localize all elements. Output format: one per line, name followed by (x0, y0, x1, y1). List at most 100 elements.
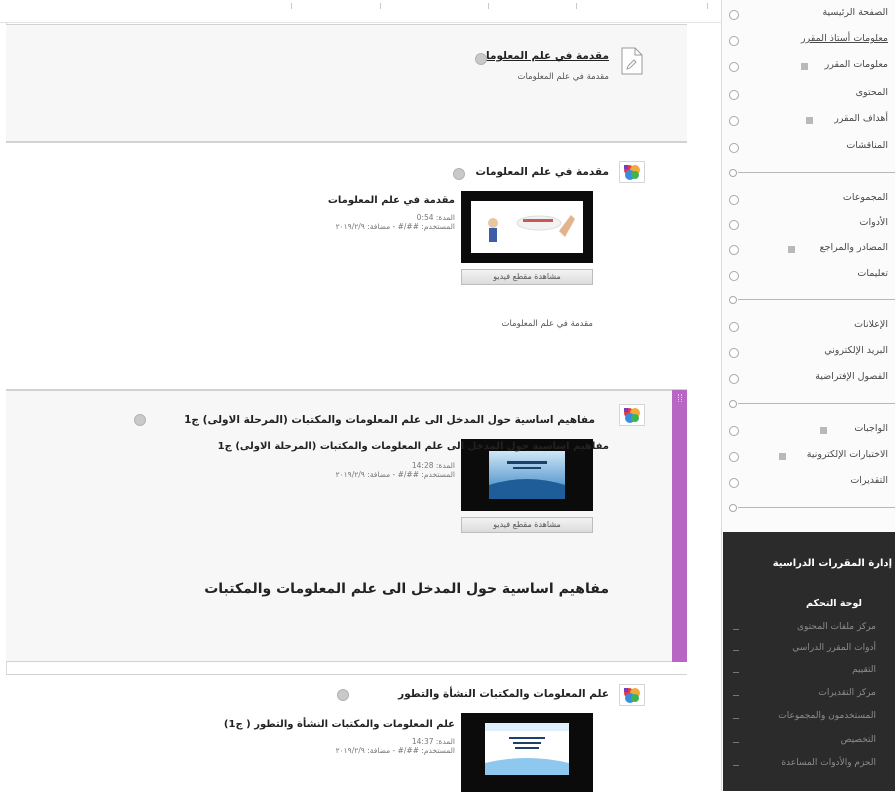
content-item: مقدمة في علم المعلومات مشاهدة مقطع فيديو… (6, 142, 687, 390)
sidebar-item-help[interactable]: تعليمات (722, 264, 895, 290)
bullet-icon (729, 195, 739, 205)
sidebar-item-assignments[interactable]: الواجبات (722, 419, 895, 445)
sidebar-item-label: البريد الإلكتروني (824, 345, 888, 356)
bullet-icon (729, 62, 739, 72)
content-badge-icon (788, 246, 795, 253)
sidebar-item-exams[interactable]: الاختبارات الإلكترونية (722, 445, 895, 471)
sidebar-item-label: المحتوى (855, 87, 888, 98)
admin-item-grade-center[interactable]: مركز التقديرات (723, 685, 895, 705)
grip-icon (678, 394, 682, 402)
options-menu-icon[interactable] (475, 53, 487, 65)
top-toolbar (0, 0, 721, 23)
bullet-icon (729, 374, 739, 384)
sidebar-item-label: المناقشات (846, 140, 888, 151)
bullet-icon (729, 245, 739, 255)
item-title[interactable]: علم المعلومات والمكتبات النشأة والتطور (398, 688, 609, 700)
options-menu-icon[interactable] (453, 168, 465, 180)
sidebar-item-tools[interactable]: الأدوات (722, 213, 895, 239)
sidebar-item-instructor-info[interactable]: معلومات أستاذ المقرر (722, 29, 895, 55)
content-item: مفاهيم اساسية حول المدخل الى علم المعلوم… (6, 390, 687, 662)
expand-icon (733, 695, 739, 696)
bullet-icon (729, 36, 739, 46)
sidebar-divider (722, 167, 895, 179)
video-title: مقدمة في علم المعلومات (327, 195, 455, 206)
sidebar-item-virtual-classes[interactable]: الفصول الإفتراضية (722, 367, 895, 393)
admin-item-label: مركز ملفات المحتوى (797, 622, 876, 632)
sidebar-item-home[interactable]: الصفحة الرئيسية (722, 3, 895, 29)
item-description: مقدمة في علم المعلومات (501, 319, 593, 329)
sidebar-item-grades[interactable]: التقديرات (722, 471, 895, 497)
expand-icon (733, 650, 739, 651)
video-thumbnail[interactable] (461, 191, 593, 263)
watch-video-button[interactable]: مشاهدة مقطع فيديو (461, 269, 593, 285)
bullet-icon (729, 452, 739, 462)
sidebar-item-email[interactable]: البريد الإلكتروني (722, 341, 895, 367)
sidebar-item-label: الفصول الإفتراضية (815, 371, 888, 382)
admin-item-customization[interactable]: التخصيص (723, 732, 895, 752)
toolbar-tick (488, 3, 489, 9)
sidebar-item-label: معلومات المقرر (824, 59, 888, 70)
options-menu-icon[interactable] (134, 414, 146, 426)
panel-title: إدارة المقررات الدراسية (772, 558, 892, 569)
item-description: مقدمة في علم المعلومات (517, 72, 609, 82)
video-duration: المدة: 0:54 (416, 213, 455, 222)
video-preview-image (485, 723, 569, 775)
bullet-icon (729, 426, 739, 436)
admin-item-label: أدوات المقرر الدراسي (792, 643, 876, 653)
sidebar-item-groups[interactable]: المجموعات (722, 188, 895, 214)
sidebar-item-label: معلومات أستاذ المقرر (801, 33, 888, 44)
item-title-link[interactable]: مقدمة في علم المعلومات (475, 50, 609, 62)
sidebar-item-label: التقديرات (850, 475, 888, 486)
video-preview-image (489, 451, 565, 499)
content-badge-icon (801, 63, 808, 70)
watch-video-button[interactable]: مشاهدة مقطع فيديو (461, 517, 593, 533)
multimedia-icon (619, 684, 645, 706)
sidebar-item-label: الصفحة الرئيسية (822, 7, 888, 18)
video-duration: المدة: 14:28 (411, 461, 455, 470)
toolbar-tick (291, 3, 292, 9)
sidebar-divider (722, 502, 895, 514)
bullet-icon (729, 90, 739, 100)
video-title: علم المعلومات والمكتبات النشأة والتطور (… (223, 719, 455, 730)
admin-item-label: التقييم (852, 665, 876, 675)
admin-item-evaluation[interactable]: التقييم (723, 662, 895, 682)
video-preview-image (471, 201, 583, 253)
bullet-icon (729, 478, 739, 488)
sidebar-item-label: الإعلانات (854, 319, 888, 330)
sidebar-item-course-info[interactable]: معلومات المقرر (722, 55, 895, 81)
item-title[interactable]: مفاهيم اساسية حول المدخل الى علم المعلوم… (184, 414, 595, 426)
admin-item-label: المستخدمون والمجموعات (778, 711, 876, 721)
content-item: مقدمة في علم المعلومات مقدمة في علم المع… (6, 24, 687, 142)
expand-icon (733, 672, 739, 673)
sidebar-item-resources[interactable]: المصادر والمراجع (722, 238, 895, 264)
sidebar-divider (722, 398, 895, 410)
video-title: مفاهيم اساسية حول المدخل الى علم المعلوم… (217, 441, 609, 452)
sidebar-item-discussions[interactable]: المناقشات (722, 136, 895, 162)
sidebar-item-objectives[interactable]: أهداف المقرر (722, 109, 895, 135)
sidebar-item-announcements[interactable]: الإعلانات (722, 315, 895, 341)
sidebar-item-content[interactable]: المحتوى (722, 83, 895, 109)
bullet-icon (729, 348, 739, 358)
admin-item-course-tools[interactable]: أدوات المقرر الدراسي (723, 640, 895, 660)
admin-item-label: الحزم والأدوات المساعدة (781, 758, 876, 768)
document-icon (621, 47, 643, 75)
control-panel-heading[interactable]: لوحة التحكم (806, 598, 862, 609)
course-management-panel: إدارة المقررات الدراسية لوحة التحكم مركز… (723, 532, 895, 791)
admin-item-packages-utilities[interactable]: الحزم والأدوات المساعدة (723, 755, 895, 775)
admin-item-content-collection[interactable]: مركز ملفات المحتوى (723, 619, 895, 639)
video-thumbnail[interactable] (461, 713, 593, 792)
toolbar-tick (576, 3, 577, 9)
sidebar-item-label: الاختبارات الإلكترونية (806, 449, 888, 460)
bullet-icon (729, 10, 739, 20)
sidebar-item-label: الأدوات (859, 217, 888, 228)
drag-handle-bar[interactable] (672, 390, 687, 662)
admin-item-users-groups[interactable]: المستخدمون والمجموعات (723, 708, 895, 728)
bullet-icon (729, 322, 739, 332)
item-title[interactable]: مقدمة في علم المعلومات (475, 166, 609, 178)
toolbar-tick (380, 3, 381, 9)
sidebar-divider (722, 294, 895, 306)
sidebar-item-label: المصادر والمراجع (819, 242, 888, 253)
expand-icon (733, 765, 739, 766)
expand-icon (733, 718, 739, 719)
options-menu-icon[interactable] (337, 689, 349, 701)
